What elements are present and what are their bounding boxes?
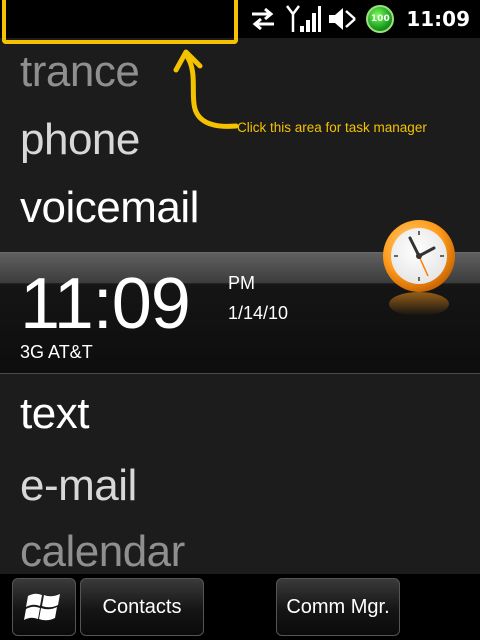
carrier-label: 3G AT&T	[20, 342, 93, 362]
menu-item-e-mail[interactable]: e-mail	[20, 464, 137, 508]
annotation-arrow-icon	[173, 49, 239, 129]
menu-item-trance[interactable]: trance	[20, 50, 140, 94]
battery-icon: 100	[360, 0, 400, 38]
signal-icon	[282, 0, 324, 38]
contacts-softkey[interactable]: Contacts	[80, 578, 204, 636]
start-button[interactable]	[12, 578, 76, 636]
clock-icon[interactable]	[380, 218, 458, 318]
status-time[interactable]: 11:09	[400, 0, 480, 38]
menu-item-calendar[interactable]: calendar	[20, 530, 185, 574]
menu-item-phone[interactable]: phone	[20, 118, 140, 162]
volume-muted-icon	[324, 0, 360, 38]
battery-level: 100	[366, 5, 395, 33]
data-sync-icon	[244, 0, 282, 38]
clock-ampm: PM	[228, 273, 255, 293]
menu-item-text[interactable]: text	[20, 392, 89, 436]
comm-manager-softkey[interactable]: Comm Mgr.	[276, 578, 400, 636]
home-clock-time[interactable]: 11:09	[20, 268, 191, 340]
task-manager-highlight-box[interactable]	[2, 0, 238, 44]
clock-date: 1/14/10	[228, 303, 289, 323]
softkey-bar: Contacts Comm Mgr.	[0, 574, 480, 640]
annotation-text: Click this area for task manager	[237, 120, 427, 135]
menu-item-voicemail[interactable]: voicemail	[20, 186, 199, 230]
status-icons: 100 11:09	[244, 0, 480, 38]
windows-logo-icon	[24, 593, 60, 621]
